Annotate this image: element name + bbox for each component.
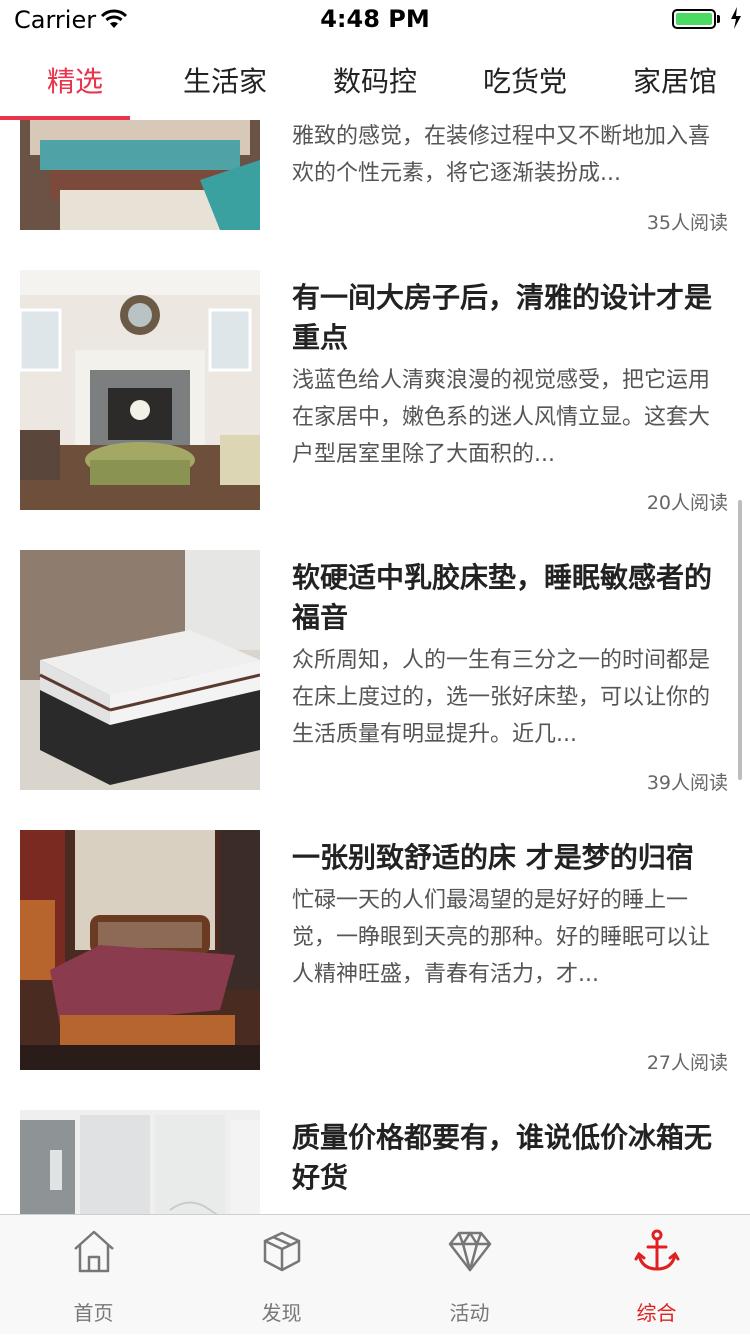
article-read-count: 20人阅读 [646, 492, 728, 514]
article-item[interactable]: 软硬适中乳胶床垫，睡眠敏感者的福音 众所周知，人的一生有三分之一的时间都是在床上… [0, 550, 750, 794]
scrollbar[interactable] [738, 500, 742, 780]
tabbar-label: 综合 [636, 1301, 677, 1325]
article-image [20, 1110, 260, 1214]
article-title: 软硬适中乳胶床垫，睡眠敏感者的福音 [292, 561, 713, 634]
article-image [20, 550, 260, 790]
active-tab-indicator [0, 116, 130, 120]
article-item[interactable]: 雅致的感觉，在装修过程中又不断地加入喜欢的个性元素，将它逐渐装扮成... 35人… [0, 120, 750, 234]
article-title: 有一间大房子后，清雅的设计才是重点 [292, 281, 713, 354]
article-image [20, 830, 260, 1070]
article-title: 一张别致舒适的床 才是梦的归宿 [292, 841, 694, 874]
tab-shenghuojia[interactable]: 生活家 [150, 40, 300, 120]
article-read-count: 39人阅读 [646, 772, 728, 794]
charging-bolt-icon [730, 7, 742, 33]
article-read-count: 35人阅读 [646, 212, 728, 234]
article-item[interactable]: 一张别致舒适的床 才是梦的归宿 忙碌一天的人们最渴望的是好好的睡上一觉，一睁眼到… [0, 830, 750, 1074]
tabbar-label: 首页 [73, 1301, 114, 1325]
article-summary: 众所周知，人的一生有三分之一的时间都是在床上度过的，选一张好床垫，可以让你的生活… [292, 648, 711, 747]
clock: 4:48 PM [320, 5, 430, 33]
anchor-icon [563, 1229, 750, 1273]
tabbar-item-discover[interactable]: 发现 [188, 1215, 375, 1335]
article-summary: 雅致的感觉，在装修过程中又不断地加入喜欢的个性元素，将它逐渐装扮成... [292, 124, 711, 186]
home-icon [0, 1229, 187, 1273]
tabbar-item-home[interactable]: 首页 [0, 1215, 187, 1335]
article-summary: 浅蓝色给人清爽浪漫的视觉感受，把它运用在家居中，嫩色系的迷人风情立显。这套大户型… [292, 368, 711, 467]
tab-chihuodang[interactable]: 吃货党 [450, 40, 600, 120]
status-bar: Carrier 4:48 PM [0, 0, 750, 40]
battery-level [676, 13, 712, 25]
bottom-tab-bar: 首页 发现 活动 综合 [0, 1214, 750, 1334]
battery-cap [717, 15, 720, 23]
article-image [20, 120, 260, 230]
article-summary: 忙碌一天的人们最渴望的是好好的睡上一觉，一睁眼到天亮的那种。好的睡眠可以让人精神… [292, 888, 711, 987]
tab-jingxuan[interactable]: 精选 [0, 40, 150, 120]
tabbar-label: 发现 [261, 1301, 302, 1325]
article-image [20, 270, 260, 510]
article-feed[interactable]: 雅致的感觉，在装修过程中又不断地加入喜欢的个性元素，将它逐渐装扮成... 35人… [0, 120, 750, 1214]
category-tabs: 精选 生活家 数码控 吃货党 家居馆 [0, 40, 750, 120]
tabbar-item-general[interactable]: 综合 [563, 1215, 750, 1335]
battery-icon [672, 9, 716, 29]
tabbar-item-activity[interactable]: 活动 [376, 1215, 563, 1335]
box-icon [188, 1229, 375, 1273]
article-item[interactable]: 质量价格都要有，谁说低价冰箱无好货 [0, 1110, 750, 1214]
tabbar-label: 活动 [449, 1301, 490, 1325]
article-read-count: 27人阅读 [646, 1052, 728, 1074]
article-title: 质量价格都要有，谁说低价冰箱无好货 [292, 1121, 713, 1194]
diamond-icon [376, 1229, 563, 1273]
tab-shumakong[interactable]: 数码控 [300, 40, 450, 120]
tab-jiajuguan[interactable]: 家居馆 [600, 40, 750, 120]
article-item[interactable]: 有一间大房子后，清雅的设计才是重点 浅蓝色给人清爽浪漫的视觉感受，把它运用在家居… [0, 270, 750, 514]
